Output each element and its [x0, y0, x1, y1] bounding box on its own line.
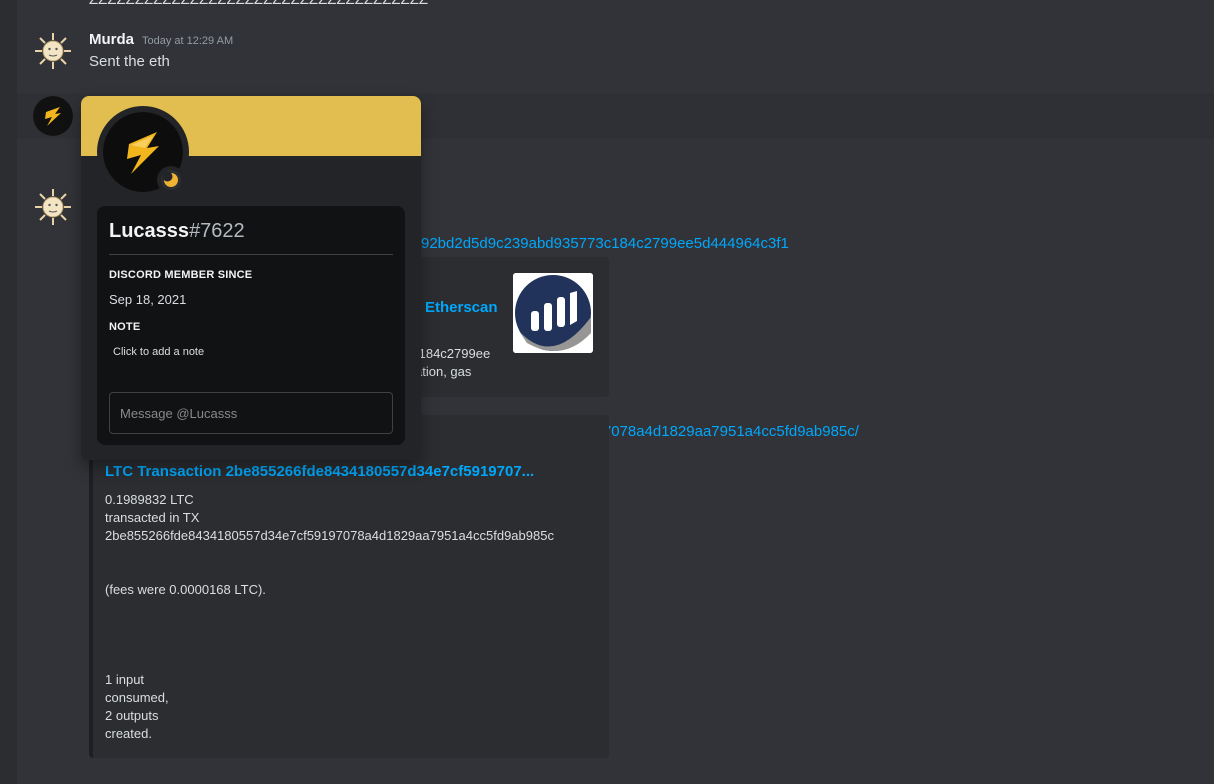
- note-heading: NOTE: [109, 321, 141, 333]
- profile-body: Lucasss#7622 DISCORD MEMBER SINCE Sep 18…: [97, 206, 405, 445]
- etherscan-logo-thumbnail[interactable]: [513, 273, 593, 353]
- message-timestamp: Today at 12:29 AM: [142, 35, 234, 47]
- message-text: Sent the eth: [89, 53, 170, 70]
- member-since-heading: DISCORD MEMBER SINCE: [109, 269, 253, 281]
- embed-description-line: created.: [105, 726, 152, 741]
- profile-username[interactable]: Lucasss#7622: [109, 220, 245, 243]
- user-profile-popout: Lucasss#7622 DISCORD MEMBER SINCE Sep 18…: [81, 96, 421, 460]
- etherscan-logo-icon: [513, 273, 593, 353]
- message-username[interactable]: Murda: [89, 31, 134, 48]
- embed-description-line: (fees were 0.0000168 LTC).: [105, 582, 266, 597]
- embed-description-line: 2be855266fde8434180557d34e7cf59197078a4d…: [105, 528, 554, 543]
- profile-divider: [109, 254, 393, 255]
- avatar[interactable]: [33, 187, 73, 227]
- sun-avatar-icon: [33, 31, 73, 71]
- embed-description-line: consumed,: [105, 690, 169, 705]
- sun-avatar-icon: [33, 187, 73, 227]
- member-since-value: Sep 18, 2021: [109, 292, 187, 307]
- embed-description-line: :184c2799ee: [415, 346, 491, 361]
- idle-moon-icon: [161, 170, 181, 190]
- profile-discriminator: #7622: [189, 220, 245, 242]
- embed-description-line: 1 input: [105, 672, 145, 687]
- bolt-avatar-icon: [33, 96, 73, 136]
- message-user-input[interactable]: [109, 392, 393, 434]
- avatar[interactable]: [33, 31, 73, 71]
- etherscan-link[interactable]: 92bd2d5d9c239abd935773c184c2799ee5d44496…: [421, 235, 789, 252]
- embed-description-line: ation, gas: [415, 364, 472, 379]
- left-scroll-strip: [0, 0, 17, 784]
- ltc-transaction-embed: LTC Transaction 2be855266fde8434180557d3…: [89, 415, 609, 758]
- embed-description-line: 2 outputs: [105, 708, 159, 723]
- embed-title[interactable]: Etherscan: [425, 299, 498, 316]
- embed-description-line: 0.1989832 LTC: [105, 492, 194, 507]
- avatar[interactable]: [33, 96, 73, 136]
- embed-title[interactable]: LTC Transaction 2be855266fde8434180557d3…: [105, 463, 534, 480]
- note-field[interactable]: Click to add a note: [113, 346, 204, 358]
- profile-name: Lucasss: [109, 220, 190, 242]
- embed-description-line: transacted in TX: [105, 510, 200, 525]
- previous-message-text: ZZZZZZZZZZZZZZZZZZZZZZZZZZZZZZZZZZZZZ: [89, 0, 428, 8]
